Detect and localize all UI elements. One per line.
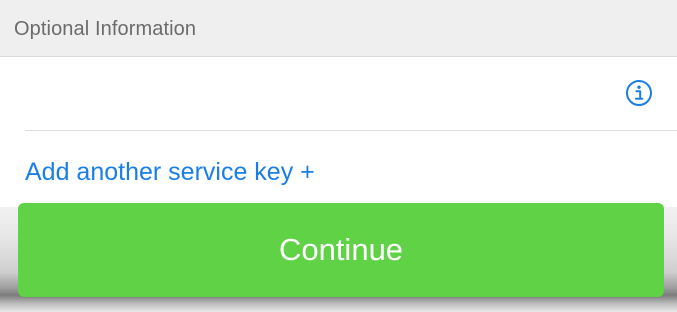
optional-info-card: Add another service key + bbox=[0, 57, 677, 207]
row-divider bbox=[25, 130, 677, 131]
info-circle-icon[interactable] bbox=[624, 78, 654, 108]
service-key-row bbox=[0, 57, 677, 130]
add-service-key-link[interactable]: Add another service key + bbox=[25, 156, 315, 188]
continue-button[interactable]: Continue bbox=[18, 203, 664, 297]
section-header: Optional Information bbox=[0, 0, 677, 57]
section-title: Optional Information bbox=[14, 18, 197, 40]
optional-information-screen: Optional Information Add another service… bbox=[0, 0, 677, 312]
